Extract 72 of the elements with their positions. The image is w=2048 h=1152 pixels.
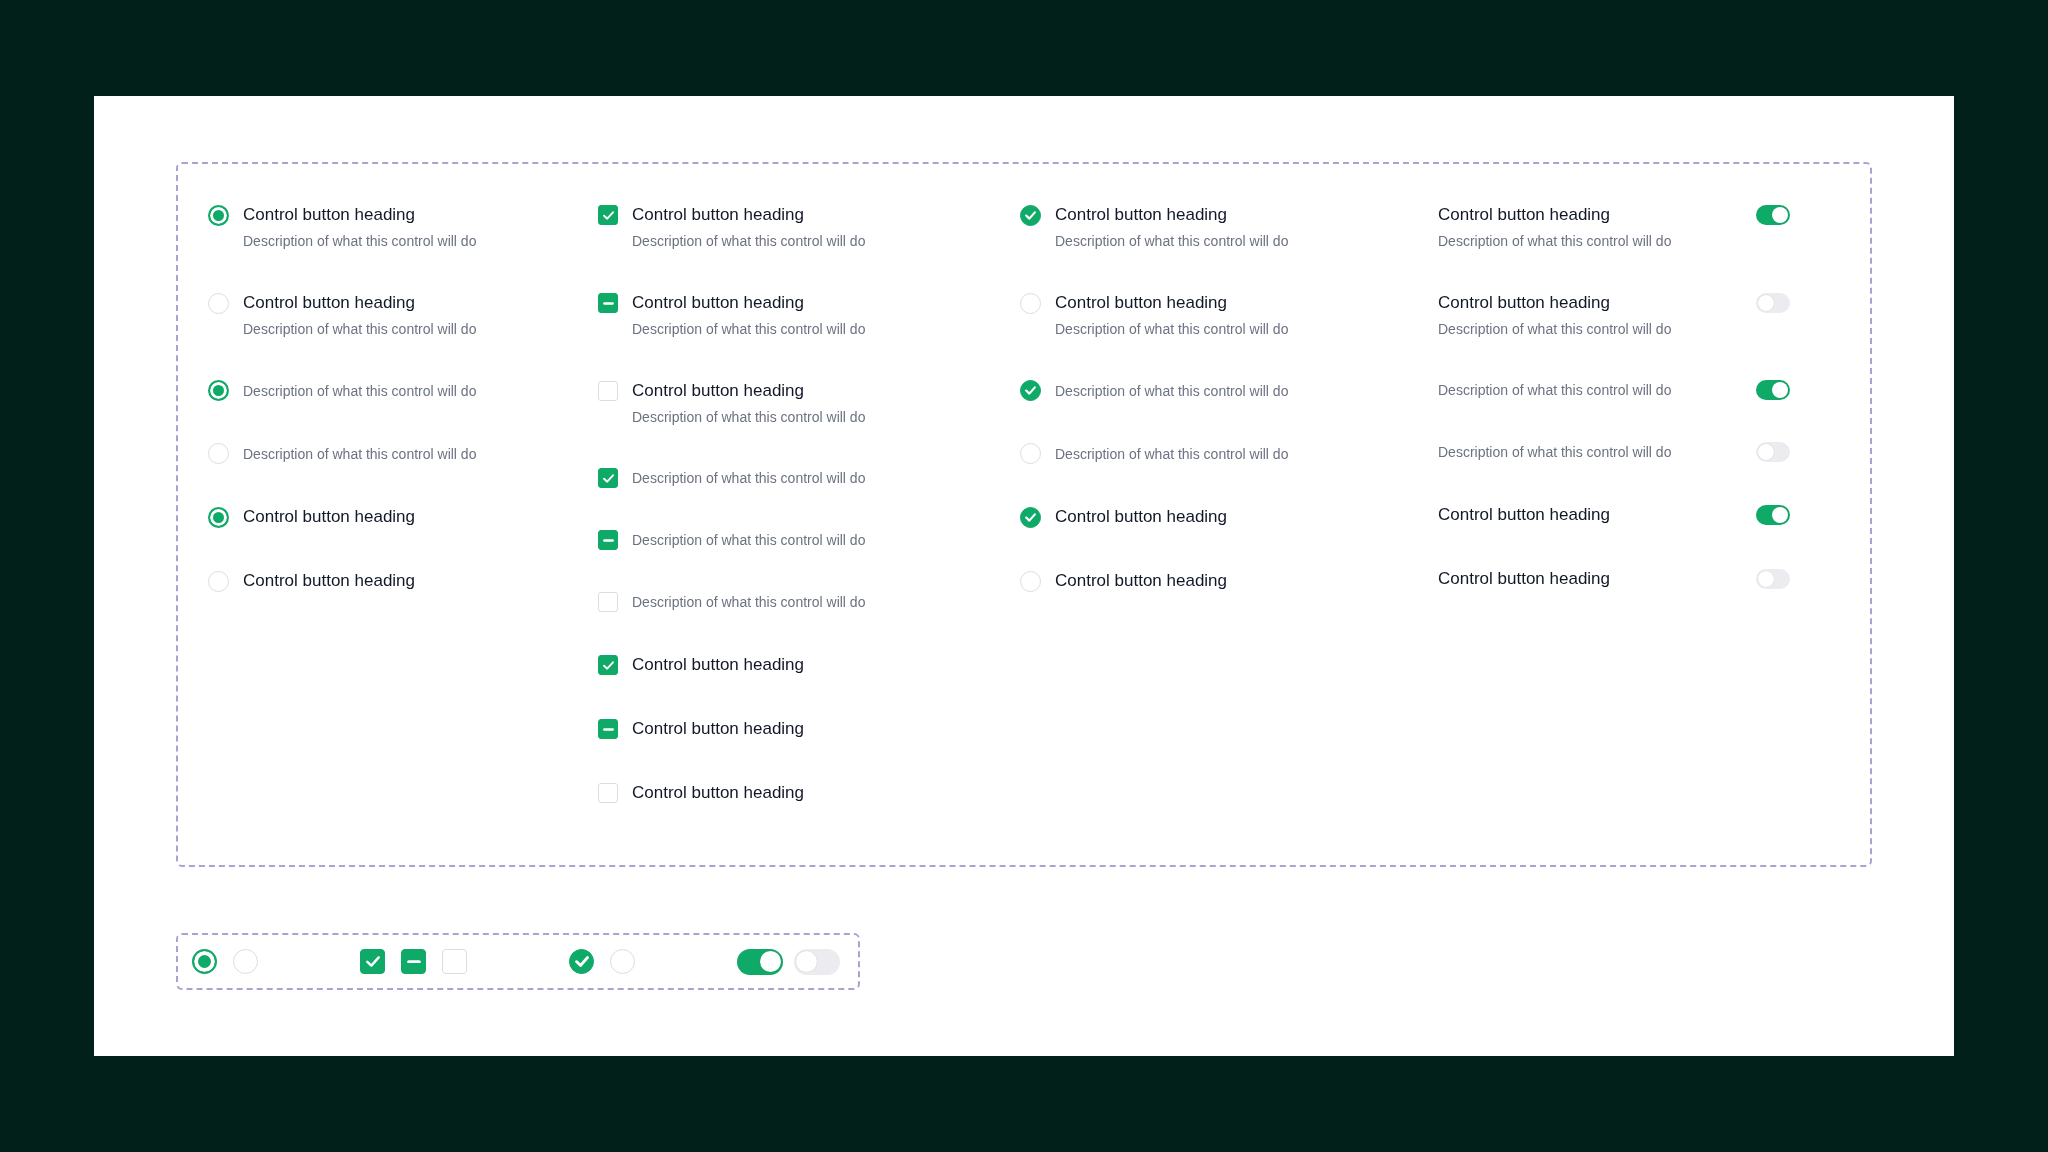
check-icon bbox=[602, 473, 614, 483]
toggle-switch[interactable] bbox=[1756, 505, 1790, 525]
option-heading: Control button heading bbox=[1055, 570, 1228, 592]
checkbox[interactable] bbox=[360, 949, 385, 974]
minus-icon bbox=[406, 959, 421, 964]
check-circle-button[interactable] bbox=[569, 949, 594, 974]
option-description: Description of what this control will do bbox=[632, 320, 866, 338]
check-icon bbox=[574, 956, 589, 967]
option-heading: Control button heading bbox=[243, 506, 416, 528]
check-icon bbox=[602, 660, 614, 670]
option-heading: Control button heading bbox=[632, 654, 805, 676]
toggle-switch[interactable] bbox=[1756, 293, 1790, 313]
option-description: Description of what this control will do bbox=[632, 469, 866, 487]
radio-button[interactable] bbox=[208, 380, 229, 401]
option-description: Description of what this control will do bbox=[1055, 320, 1289, 338]
option-description: Description of what this control will do bbox=[243, 444, 477, 463]
toggle-switch[interactable] bbox=[1756, 205, 1790, 225]
option-heading: Control button heading bbox=[1055, 204, 1229, 226]
option-heading: Control button heading bbox=[1055, 506, 1228, 528]
checkbox[interactable] bbox=[401, 949, 426, 974]
checkbox[interactable] bbox=[598, 293, 618, 313]
option-heading: Control button heading bbox=[243, 292, 417, 314]
option-heading: Control button heading bbox=[632, 718, 805, 740]
check-icon bbox=[1025, 512, 1036, 522]
check-circle-button[interactable] bbox=[1020, 205, 1041, 226]
option-description: Description of what this control will do bbox=[243, 232, 477, 250]
option-description: Description of what this control will do bbox=[1438, 443, 1673, 461]
toggle-switch[interactable] bbox=[737, 948, 783, 975]
option-heading: Control button heading bbox=[243, 204, 417, 226]
checkbox[interactable] bbox=[598, 719, 618, 739]
option-description: Description of what this control will do bbox=[1438, 320, 1673, 338]
option-heading: Control button heading bbox=[1438, 568, 1612, 590]
option-heading: Control button heading bbox=[632, 204, 806, 226]
option-heading: Control button heading bbox=[1438, 292, 1612, 314]
checkbox[interactable] bbox=[598, 655, 618, 675]
checkbox[interactable] bbox=[598, 205, 618, 225]
check-circle-button[interactable] bbox=[1020, 506, 1041, 528]
check-icon bbox=[602, 210, 614, 220]
option-heading: Control button heading bbox=[632, 292, 806, 314]
option-description: Description of what this control will do bbox=[243, 320, 477, 338]
checkbox[interactable] bbox=[598, 468, 618, 488]
toggle-switch[interactable] bbox=[794, 948, 840, 975]
option-heading: Control button heading bbox=[243, 570, 416, 592]
option-heading: Control button heading bbox=[1438, 204, 1612, 226]
check-circle-button[interactable] bbox=[1020, 380, 1041, 401]
option-heading: Control button heading bbox=[1438, 504, 1612, 526]
minus-icon bbox=[602, 301, 614, 305]
radio-button[interactable] bbox=[192, 949, 217, 974]
radio-button[interactable] bbox=[208, 205, 229, 226]
option-description: Description of what this control will do bbox=[632, 232, 866, 250]
toggle-switch[interactable] bbox=[1756, 569, 1790, 589]
radio-button[interactable] bbox=[208, 506, 229, 528]
option-description: Description of what this control will do bbox=[1438, 381, 1673, 399]
option-description: Description of what this control will do bbox=[1055, 232, 1289, 250]
option-description: Description of what this control will do bbox=[632, 531, 866, 549]
option-description: Description of what this control will do bbox=[632, 593, 866, 611]
option-description: Description of what this control will do bbox=[1055, 381, 1289, 400]
check-icon bbox=[365, 956, 380, 967]
option-heading: Control button heading bbox=[632, 782, 805, 804]
checkbox[interactable] bbox=[598, 530, 618, 550]
option-description: Description of what this control will do bbox=[632, 408, 866, 426]
option-heading: Control button heading bbox=[1055, 292, 1229, 314]
option-heading: Control button heading bbox=[632, 380, 806, 402]
option-description: Description of what this control will do bbox=[1438, 232, 1673, 250]
check-icon bbox=[1025, 386, 1036, 395]
check-icon bbox=[1025, 211, 1036, 220]
option-description: Description of what this control will do bbox=[1055, 444, 1289, 463]
toggle-switch[interactable] bbox=[1756, 380, 1790, 400]
toggle-switch[interactable] bbox=[1756, 442, 1790, 462]
minus-icon bbox=[602, 538, 614, 542]
minus-icon bbox=[602, 727, 614, 731]
option-description: Description of what this control will do bbox=[243, 381, 477, 400]
